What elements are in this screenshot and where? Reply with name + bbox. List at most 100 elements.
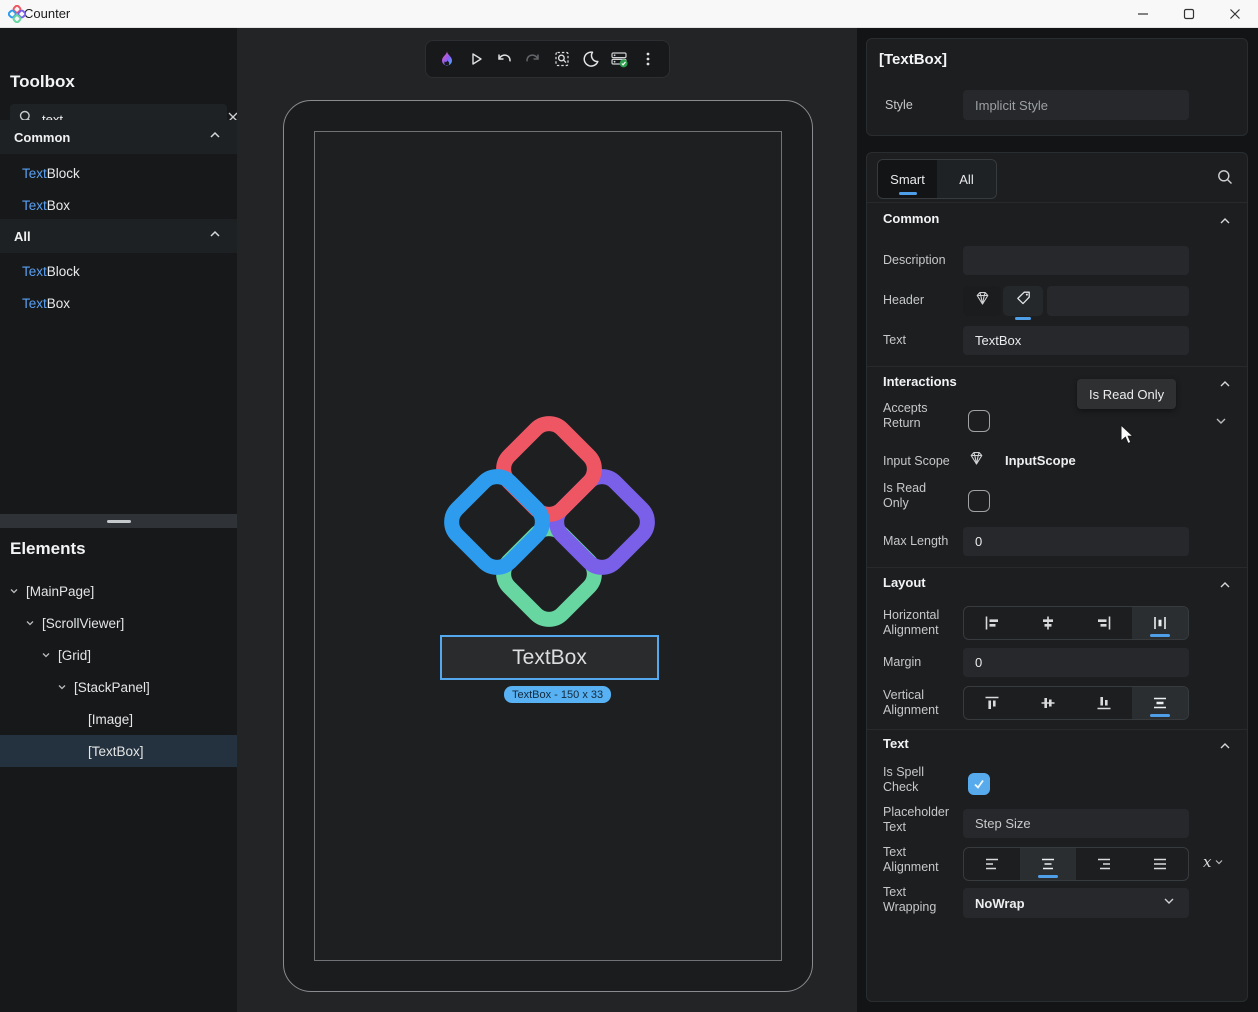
- header-tag-button[interactable]: [1003, 286, 1043, 316]
- toolbox-item-textblock[interactable]: TextBlock: [0, 256, 237, 286]
- max-length-input[interactable]: [963, 527, 1189, 556]
- redo-icon[interactable]: [523, 49, 543, 69]
- align-stretch-h-button[interactable]: [1132, 607, 1188, 639]
- text-align-center-button[interactable]: [1020, 848, 1076, 880]
- description-label: Description: [883, 253, 961, 268]
- tab-all[interactable]: All: [937, 160, 996, 198]
- align-center-h-button[interactable]: [1020, 607, 1076, 639]
- expression-binding-button[interactable]: x: [1203, 853, 1224, 871]
- hot-reload-flame-icon[interactable]: [437, 49, 457, 69]
- chevron-up-icon[interactable]: [1217, 376, 1233, 397]
- window-title: Counter: [24, 6, 70, 21]
- align-top-button[interactable]: [964, 687, 1020, 719]
- inspect-element-icon[interactable]: [552, 49, 572, 69]
- text-align-justify-icon: [1151, 855, 1169, 873]
- align-stretch-v-icon: [1151, 694, 1169, 712]
- text-wrapping-dropdown[interactable]: NoWrap: [963, 888, 1189, 918]
- play-icon[interactable]: [466, 49, 486, 69]
- design-canvas[interactable]: TextBox TextBox - 150 x 33: [237, 28, 857, 1012]
- inspector-properties-card: Smart All Common Description Header: [866, 152, 1248, 1002]
- server-status-ok-icon[interactable]: [609, 49, 629, 69]
- style-label: Style: [885, 98, 913, 113]
- text-input[interactable]: [963, 326, 1189, 355]
- align-right-button[interactable]: [1076, 607, 1132, 639]
- device-screen[interactable]: TextBox TextBox - 150 x 33: [314, 131, 782, 961]
- tree-item-textbox[interactable]: [TextBox]: [0, 735, 237, 767]
- maximize-button[interactable]: [1166, 0, 1212, 28]
- description-input[interactable]: [963, 246, 1189, 275]
- input-scope-label: Input Scope: [883, 454, 950, 469]
- horizontal-alignment-group: [963, 606, 1189, 640]
- margin-input[interactable]: [963, 648, 1189, 677]
- property-tabs: Smart All: [877, 159, 997, 199]
- tree-item-scrollviewer[interactable]: [ScrollViewer]: [0, 607, 237, 639]
- text-align-left-button[interactable]: [964, 848, 1020, 880]
- elements-title: Elements: [10, 539, 86, 559]
- chevron-down-icon[interactable]: [40, 649, 52, 664]
- header-input[interactable]: [1047, 286, 1189, 316]
- accepts-return-label: Accepts Return: [883, 401, 943, 431]
- input-scope-value[interactable]: InputScope: [1005, 453, 1076, 468]
- text-align-justify-button[interactable]: [1132, 848, 1188, 880]
- vertical-alignment-label: Vertical Alignment: [883, 688, 959, 718]
- chevron-down-icon: [1161, 893, 1177, 914]
- align-left-icon: [983, 614, 1001, 632]
- toolbox-item-textbox[interactable]: TextBox: [0, 190, 237, 220]
- is-read-only-checkbox[interactable]: [968, 490, 990, 512]
- chevron-up-icon[interactable]: [1217, 738, 1233, 759]
- chevron-up-icon[interactable]: [1217, 213, 1233, 234]
- placeholder-text-input[interactable]: [963, 809, 1189, 838]
- is-read-only-tooltip: Is Read Only: [1077, 379, 1176, 409]
- chevron-down-icon[interactable]: [56, 681, 68, 696]
- canvas-toolbar: [425, 40, 670, 78]
- toolbox-section-common[interactable]: Common: [0, 120, 237, 154]
- align-left-button[interactable]: [964, 607, 1020, 639]
- toolbox-title: Toolbox: [10, 72, 75, 92]
- canvas-textbox-control[interactable]: TextBox: [440, 635, 659, 680]
- accepts-return-checkbox[interactable]: [968, 410, 990, 432]
- divider: [867, 366, 1247, 367]
- tree-item-grid[interactable]: [Grid]: [0, 639, 237, 671]
- text-align-right-button[interactable]: [1076, 848, 1132, 880]
- chevron-down-icon[interactable]: [1213, 413, 1229, 434]
- tab-smart[interactable]: Smart: [878, 160, 937, 198]
- chevron-down-icon[interactable]: [8, 585, 20, 600]
- selected-indicator: [1038, 875, 1058, 878]
- is-read-only-label: Is Read Only: [883, 481, 943, 511]
- minimize-button[interactable]: [1120, 0, 1166, 28]
- close-button[interactable]: [1212, 0, 1258, 28]
- header-binding-button[interactable]: [963, 286, 1001, 316]
- tree-item-image[interactable]: [Image]: [0, 703, 237, 735]
- panel-splitter[interactable]: [0, 514, 237, 528]
- text-wrapping-label: Text Wrapping: [883, 885, 959, 915]
- selected-indicator: [1150, 714, 1170, 717]
- horizontal-alignment-label: Horizontal Alignment: [883, 608, 959, 638]
- mouse-cursor: [1120, 424, 1136, 451]
- property-search-icon[interactable]: [1216, 168, 1234, 191]
- gem-icon: [974, 290, 991, 312]
- tree-item-stackpanel[interactable]: [StackPanel]: [0, 671, 237, 703]
- theme-moon-icon[interactable]: [581, 49, 601, 69]
- device-frame: TextBox TextBox - 150 x 33: [283, 100, 813, 992]
- style-input[interactable]: [963, 90, 1189, 120]
- gem-icon: [968, 450, 985, 472]
- margin-label: Margin: [883, 655, 921, 670]
- align-center-v-button[interactable]: [1020, 687, 1076, 719]
- chevron-up-icon[interactable]: [1217, 577, 1233, 598]
- align-stretch-h-icon: [1151, 614, 1169, 632]
- toolbox-section-all[interactable]: All: [0, 219, 237, 253]
- align-stretch-v-button[interactable]: [1132, 687, 1188, 719]
- toolbox-item-textblock[interactable]: TextBlock: [0, 158, 237, 188]
- undo-icon[interactable]: [494, 49, 514, 69]
- align-bottom-icon: [1095, 694, 1113, 712]
- tree-item-mainpage[interactable]: [MainPage]: [0, 575, 237, 607]
- divider: [867, 567, 1247, 568]
- text-align-left-icon: [983, 855, 1001, 873]
- splitter-handle-icon: [107, 520, 131, 523]
- is-spell-check-checkbox[interactable]: [968, 773, 990, 795]
- chevron-down-icon[interactable]: [24, 617, 36, 632]
- tag-icon: [1015, 290, 1032, 312]
- more-kebab-icon[interactable]: [638, 49, 658, 69]
- align-bottom-button[interactable]: [1076, 687, 1132, 719]
- toolbox-item-textbox[interactable]: TextBox: [0, 288, 237, 318]
